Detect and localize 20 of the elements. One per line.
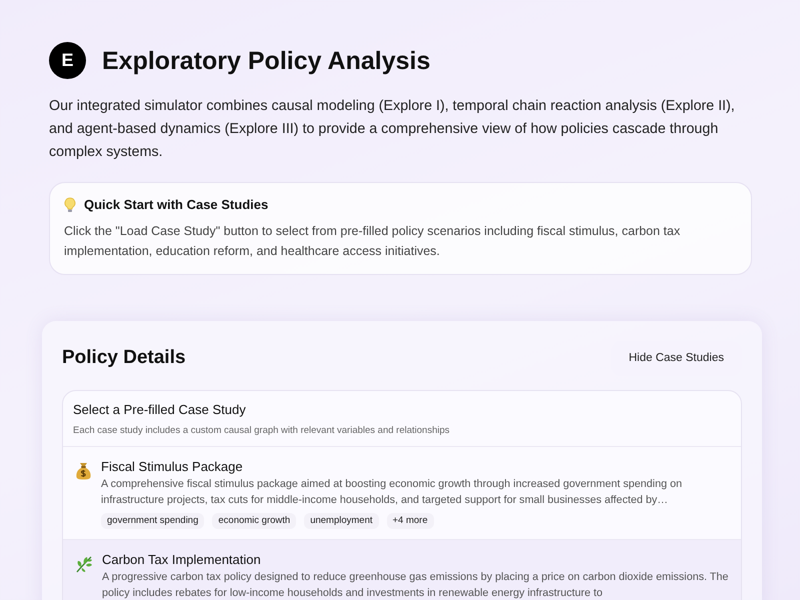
tag: economic growth — [212, 512, 296, 528]
case-study-name: Fiscal Stimulus Package — [101, 458, 244, 474]
list-title: Select a Pre-filled Case Study — [73, 400, 247, 419]
case-study-description: A comprehensive fiscal stimulus package aimed at boosting economic growth through increased government spending on infrastructure projects, tax cuts for middle-income households, and targeted support for small businesses affected by… — [101, 476, 683, 508]
tag: unemployment — [304, 512, 378, 528]
page-title: Exploratory Policy Analysis — [102, 46, 430, 76]
list-subtitle: Each case study includes a custom causal graph with relevant variables and relationships — [73, 424, 451, 438]
leaf-icon — [75, 555, 93, 574]
tag: government spending — [101, 512, 204, 528]
case-study-description: A progressive carbon tax policy designed to reduce greenhouse gas emissions by placing a price on carbon dioxide emissions. The policy includes rebates for low-income households and investments in renewable energy infrastructure to — [102, 570, 729, 600]
section-title: Policy Details — [62, 346, 186, 370]
lightbulb-icon — [64, 196, 76, 213]
tag: +4 more — [386, 512, 434, 528]
tip-title: Quick Start with Case Studies — [84, 196, 268, 214]
case-study-item[interactable] — [63, 540, 741, 600]
case-study-name: Carbon Tax Implementation — [102, 552, 262, 568]
tip-text: Click the "Load Case Study" button to select from pre-filled policy scenarios including fiscal stimulus, carbon tax implementation, education reform, and healthcare access initiatives. — [64, 222, 682, 260]
money-bag-icon — [75, 462, 92, 480]
intro-paragraph: Our integrated simulator combines causal modeling (Explore I), temporal chain reaction analysis (Explore II), and agent-based dynamics (Explore III) to provide a comprehensive view of how policies cascade through complex systems. — [49, 97, 736, 162]
logo-badge: E — [49, 42, 86, 79]
